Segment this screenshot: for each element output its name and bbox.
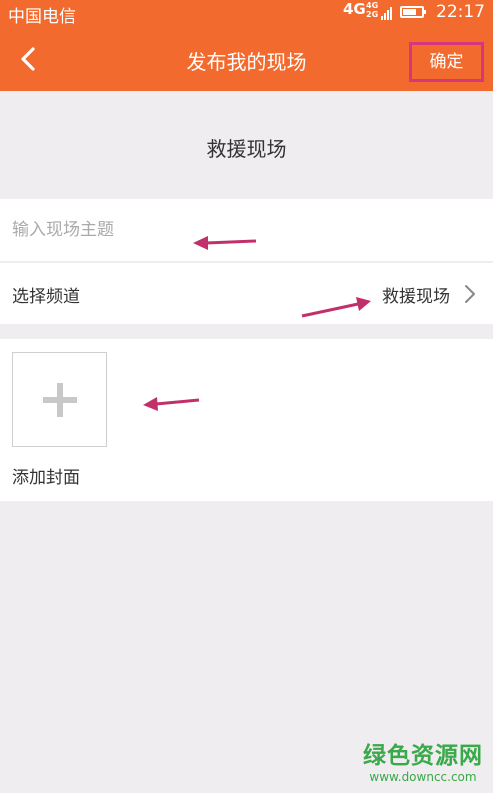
signal-icon [381, 4, 393, 20]
network-type-small: 4G 2G [366, 1, 379, 19]
clock: 22:17 [436, 2, 485, 22]
status-bar: 中国电信 4G 4G 2G 22:17 [0, 0, 493, 27]
watermark: 绿色资源网 www.downcc.com [363, 736, 483, 784]
channel-header: 救援现场 [0, 91, 493, 199]
add-cover-button[interactable] [12, 352, 107, 447]
plus-icon [43, 383, 77, 417]
network-type: 4G [343, 0, 366, 18]
title-bar: 发布我的现场 确定 [0, 26, 493, 91]
carrier-name: 中国电信 [8, 7, 76, 27]
subject-input[interactable] [12, 215, 312, 245]
add-cover-label: 添加封面 [12, 468, 80, 488]
watermark-name: 绿色资源网 [363, 743, 483, 769]
subject-row [0, 199, 493, 261]
watermark-url: www.downcc.com [369, 770, 477, 784]
channel-select-row[interactable]: 选择频道 救援现场 [0, 263, 493, 324]
cover-section: 添加封面 [0, 339, 493, 501]
confirm-button[interactable]: 确定 [409, 42, 484, 82]
channel-value: 救援现场 [382, 287, 450, 307]
channel-label: 选择频道 [12, 287, 80, 307]
channel-header-label: 救援现场 [206, 137, 287, 161]
battery-icon [400, 6, 426, 18]
chevron-right-icon [465, 285, 475, 303]
